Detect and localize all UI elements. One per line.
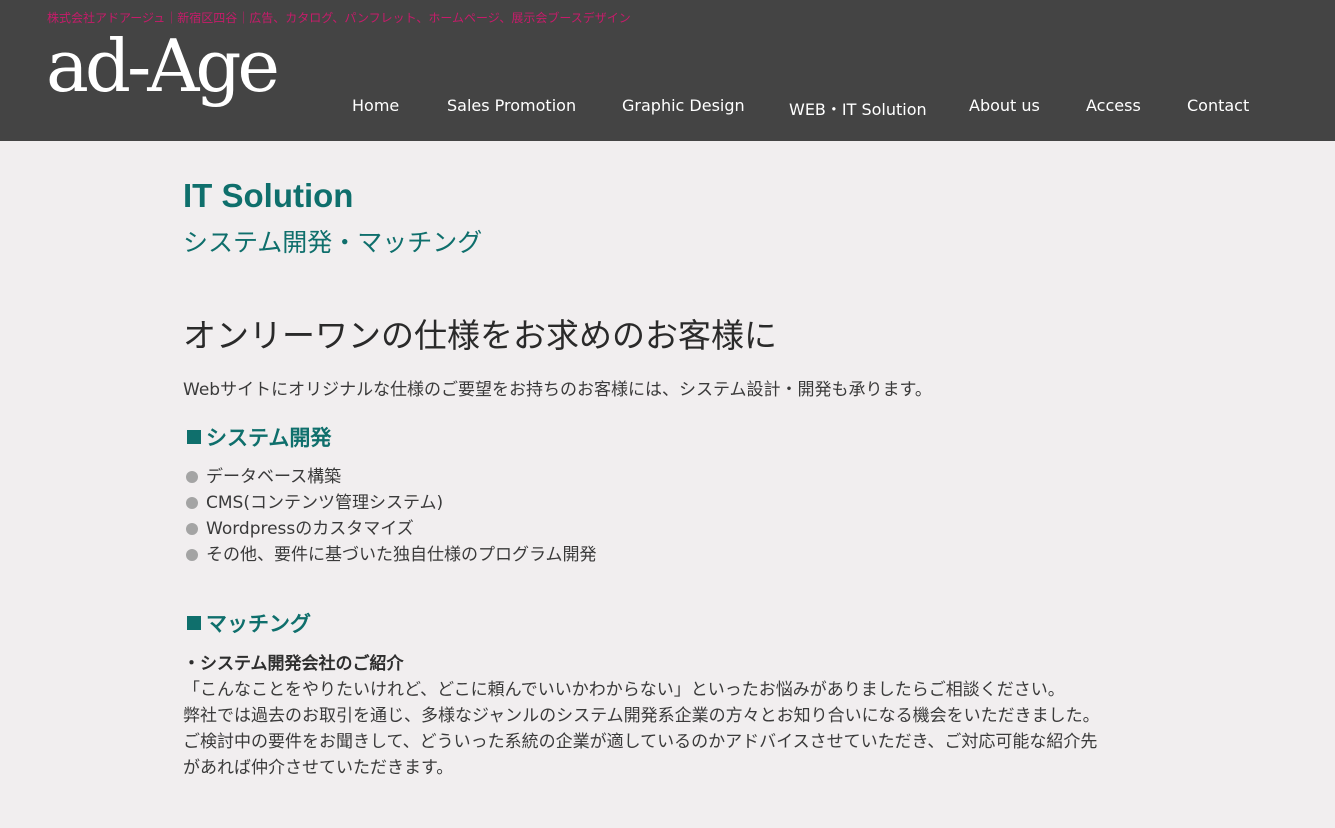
page-subtitle: システム開発・マッチング	[183, 228, 483, 257]
list-item-label: データベース構築	[206, 467, 342, 487]
list-item: Wordpressのカスタマイズ	[186, 516, 597, 542]
nav-item-access[interactable]: Access	[1086, 96, 1141, 115]
list-item: CMS(コンテンツ管理システム)	[186, 490, 597, 516]
main-nav: Home Sales Promotion Graphic Design WEB・…	[0, 96, 1335, 120]
square-bullet-icon	[187, 616, 201, 630]
section-heading-label: マッチング	[206, 613, 311, 636]
nav-item-about-us[interactable]: About us	[969, 96, 1040, 115]
nav-item-home[interactable]: Home	[352, 96, 399, 115]
paragraph-line: があれば仲介させていただきます。	[183, 758, 454, 778]
matching-description: ・システム開発会社のご紹介 「こんなことをやりたいけれど、どこに頼んでいいかわか…	[183, 651, 1173, 781]
headline: オンリーワンの仕様をお求めのお客様に	[183, 316, 777, 355]
nav-item-sales-promotion[interactable]: Sales Promotion	[447, 96, 576, 115]
paragraph-line: 「こんなことをやりたいけれど、どこに頼んでいいかわからない」といったお悩みがあり…	[183, 680, 1065, 700]
intro-text: Webサイトにオリジナルな仕様のご要望をお持ちのお客様には、システム設計・開発も…	[183, 380, 932, 400]
section-heading-matching: マッチング	[187, 608, 311, 638]
matching-subheading: ・システム開発会社のご紹介	[183, 654, 404, 674]
page-title: IT Solution	[183, 177, 354, 214]
circle-bullet-icon	[186, 549, 198, 561]
circle-bullet-icon	[186, 471, 198, 483]
site-header: 株式会社アドアージュ｜新宿区四谷｜広告、カタログ、パンフレット、ホームページ、展…	[0, 0, 1335, 141]
paragraph-line: 弊社では過去のお取引を通じ、多様なジャンルのシステム開発系企業の方々とお知り合い…	[183, 706, 1100, 726]
list-item-label: CMS(コンテンツ管理システム)	[206, 493, 444, 513]
section-heading-label: システム開発	[206, 427, 332, 450]
site-logo[interactable]: ad-Age	[46, 30, 280, 102]
list-item-label: Wordpressのカスタマイズ	[206, 519, 414, 539]
square-bullet-icon	[187, 430, 201, 444]
system-development-list: データベース構築 CMS(コンテンツ管理システム) Wordpressのカスタマ…	[186, 464, 597, 568]
list-item-label: その他、要件に基づいた独自仕様のプログラム開発	[206, 545, 597, 565]
circle-bullet-icon	[186, 497, 198, 509]
list-item: その他、要件に基づいた独自仕様のプログラム開発	[186, 542, 597, 568]
nav-item-graphic-design[interactable]: Graphic Design	[622, 96, 745, 115]
circle-bullet-icon	[186, 523, 198, 535]
nav-item-contact[interactable]: Contact	[1187, 96, 1249, 115]
section-heading-system-development: システム開発	[187, 422, 331, 452]
list-item: データベース構築	[186, 464, 597, 490]
paragraph-line: ご検討中の要件をお聞きして、どういった系統の企業が適しているのかアドバイスさせて…	[183, 732, 1098, 752]
nav-item-web-it-solution[interactable]: WEB・IT Solution	[789, 96, 927, 120]
